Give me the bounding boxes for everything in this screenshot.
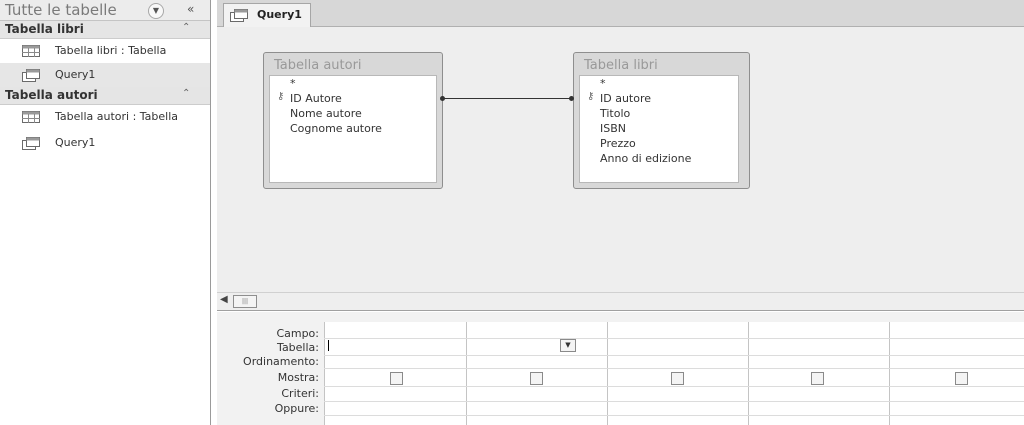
- key-icon: ⚷: [587, 91, 595, 102]
- nav-item-tabella-autori[interactable]: Tabella autori : Tabella: [0, 105, 210, 129]
- chevron-down-icon[interactable]: ▼: [148, 3, 164, 19]
- grid-row-divider: [324, 415, 1024, 416]
- nav-item-query1[interactable]: Query1: [0, 63, 210, 87]
- mostra-checkbox[interactable]: [671, 372, 684, 385]
- nav-item-label: Tabella libri : Tabella: [55, 44, 167, 57]
- query-icon: [230, 9, 248, 22]
- row-label-tabella: Tabella:: [277, 341, 319, 354]
- collapse-pane-icon[interactable]: «: [187, 2, 194, 16]
- relationship-endpoint: [440, 96, 445, 101]
- nav-item-label: Tabella autori : Tabella: [55, 110, 179, 123]
- field-list[interactable]: * ⚷ ID Autore Nome autore Cognome autore: [269, 75, 437, 183]
- collapse-group-icon[interactable]: ⌃: [182, 22, 190, 33]
- row-label-oppure: Oppure:: [274, 402, 319, 415]
- nav-header: Tutte le tabelle ▼ «: [0, 0, 210, 21]
- field-all[interactable]: *: [600, 77, 606, 90]
- nav-title[interactable]: Tutte le tabelle: [5, 1, 117, 19]
- query-icon: [22, 69, 40, 82]
- field-isbn[interactable]: ISBN: [600, 122, 626, 135]
- group-label: Tabella autori: [5, 88, 98, 102]
- tabella-combobox[interactable]: ▼: [327, 339, 576, 353]
- field-id-autore[interactable]: ID autore: [600, 92, 651, 105]
- mostra-checkbox[interactable]: [390, 372, 403, 385]
- field-nome-autore[interactable]: Nome autore: [290, 107, 362, 120]
- query-design-grid: Campo: Tabella: Ordinamento: Mostra: Cri…: [217, 312, 1024, 425]
- navigation-pane: Tutte le tabelle ▼ « Tabella libri ⌃ Tab…: [0, 0, 211, 425]
- scroll-left-arrow-icon[interactable]: ◀: [220, 294, 228, 305]
- table-box-tabella-autori[interactable]: Tabella autori * ⚷ ID Autore Nome autore…: [263, 52, 443, 189]
- relationship-line[interactable]: [442, 98, 572, 99]
- tab-query1[interactable]: Query1: [223, 3, 311, 27]
- collapse-group-icon[interactable]: ⌃: [182, 88, 190, 99]
- field-prezzo[interactable]: Prezzo: [600, 137, 636, 150]
- field-anno-di-edizione[interactable]: Anno di edizione: [600, 152, 691, 165]
- table-title: Tabella autori: [274, 58, 362, 73]
- grid-row-divider: [324, 386, 1024, 387]
- field-id-autore[interactable]: ID Autore: [290, 92, 342, 105]
- mostra-checkbox[interactable]: [955, 372, 968, 385]
- group-header-tabella-autori[interactable]: Tabella autori ⌃: [0, 87, 210, 105]
- field-all[interactable]: *: [290, 77, 296, 90]
- table-icon: [22, 45, 40, 57]
- mostra-checkbox[interactable]: [811, 372, 824, 385]
- mostra-checkbox[interactable]: [530, 372, 543, 385]
- row-label-criteri: Criteri:: [281, 387, 319, 400]
- row-label-campo: Campo:: [276, 327, 319, 340]
- table-box-tabella-libri[interactable]: Tabella libri * ⚷ ID autore Titolo ISBN …: [573, 52, 750, 189]
- relationship-endpoint: [569, 96, 574, 101]
- text-cursor: [328, 340, 329, 351]
- horizontal-scrollbar[interactable]: ◀ |||: [217, 292, 1024, 311]
- field-cognome-autore[interactable]: Cognome autore: [290, 122, 382, 135]
- query-design-canvas[interactable]: Tabella autori * ⚷ ID Autore Nome autore…: [217, 27, 1024, 292]
- key-icon: ⚷: [277, 91, 285, 102]
- tab-label: Query1: [257, 8, 302, 21]
- table-icon: [22, 111, 40, 123]
- grid-row-divider: [324, 368, 1024, 369]
- nav-item-label: Query1: [55, 136, 96, 149]
- group-header-tabella-libri[interactable]: Tabella libri ⌃: [0, 21, 210, 39]
- row-label-mostra: Mostra:: [277, 371, 319, 384]
- table-title: Tabella libri: [584, 58, 658, 73]
- scroll-thumb[interactable]: |||: [233, 295, 257, 308]
- group-label: Tabella libri: [5, 22, 84, 36]
- document-tab-bar: Query1: [217, 0, 1024, 27]
- field-list[interactable]: * ⚷ ID autore Titolo ISBN Prezzo Anno di…: [579, 75, 739, 183]
- dropdown-arrow-icon[interactable]: ▼: [560, 339, 576, 352]
- nav-item-query1[interactable]: Query1: [0, 131, 210, 155]
- grid-row-divider: [324, 401, 1024, 402]
- grid-row-divider: [324, 355, 1024, 356]
- field-titolo[interactable]: Titolo: [600, 107, 630, 120]
- query-icon: [22, 137, 40, 150]
- row-label-ordinamento: Ordinamento:: [243, 355, 319, 368]
- nav-item-label: Query1: [55, 68, 96, 81]
- nav-item-tabella-libri[interactable]: Tabella libri : Tabella: [0, 39, 210, 63]
